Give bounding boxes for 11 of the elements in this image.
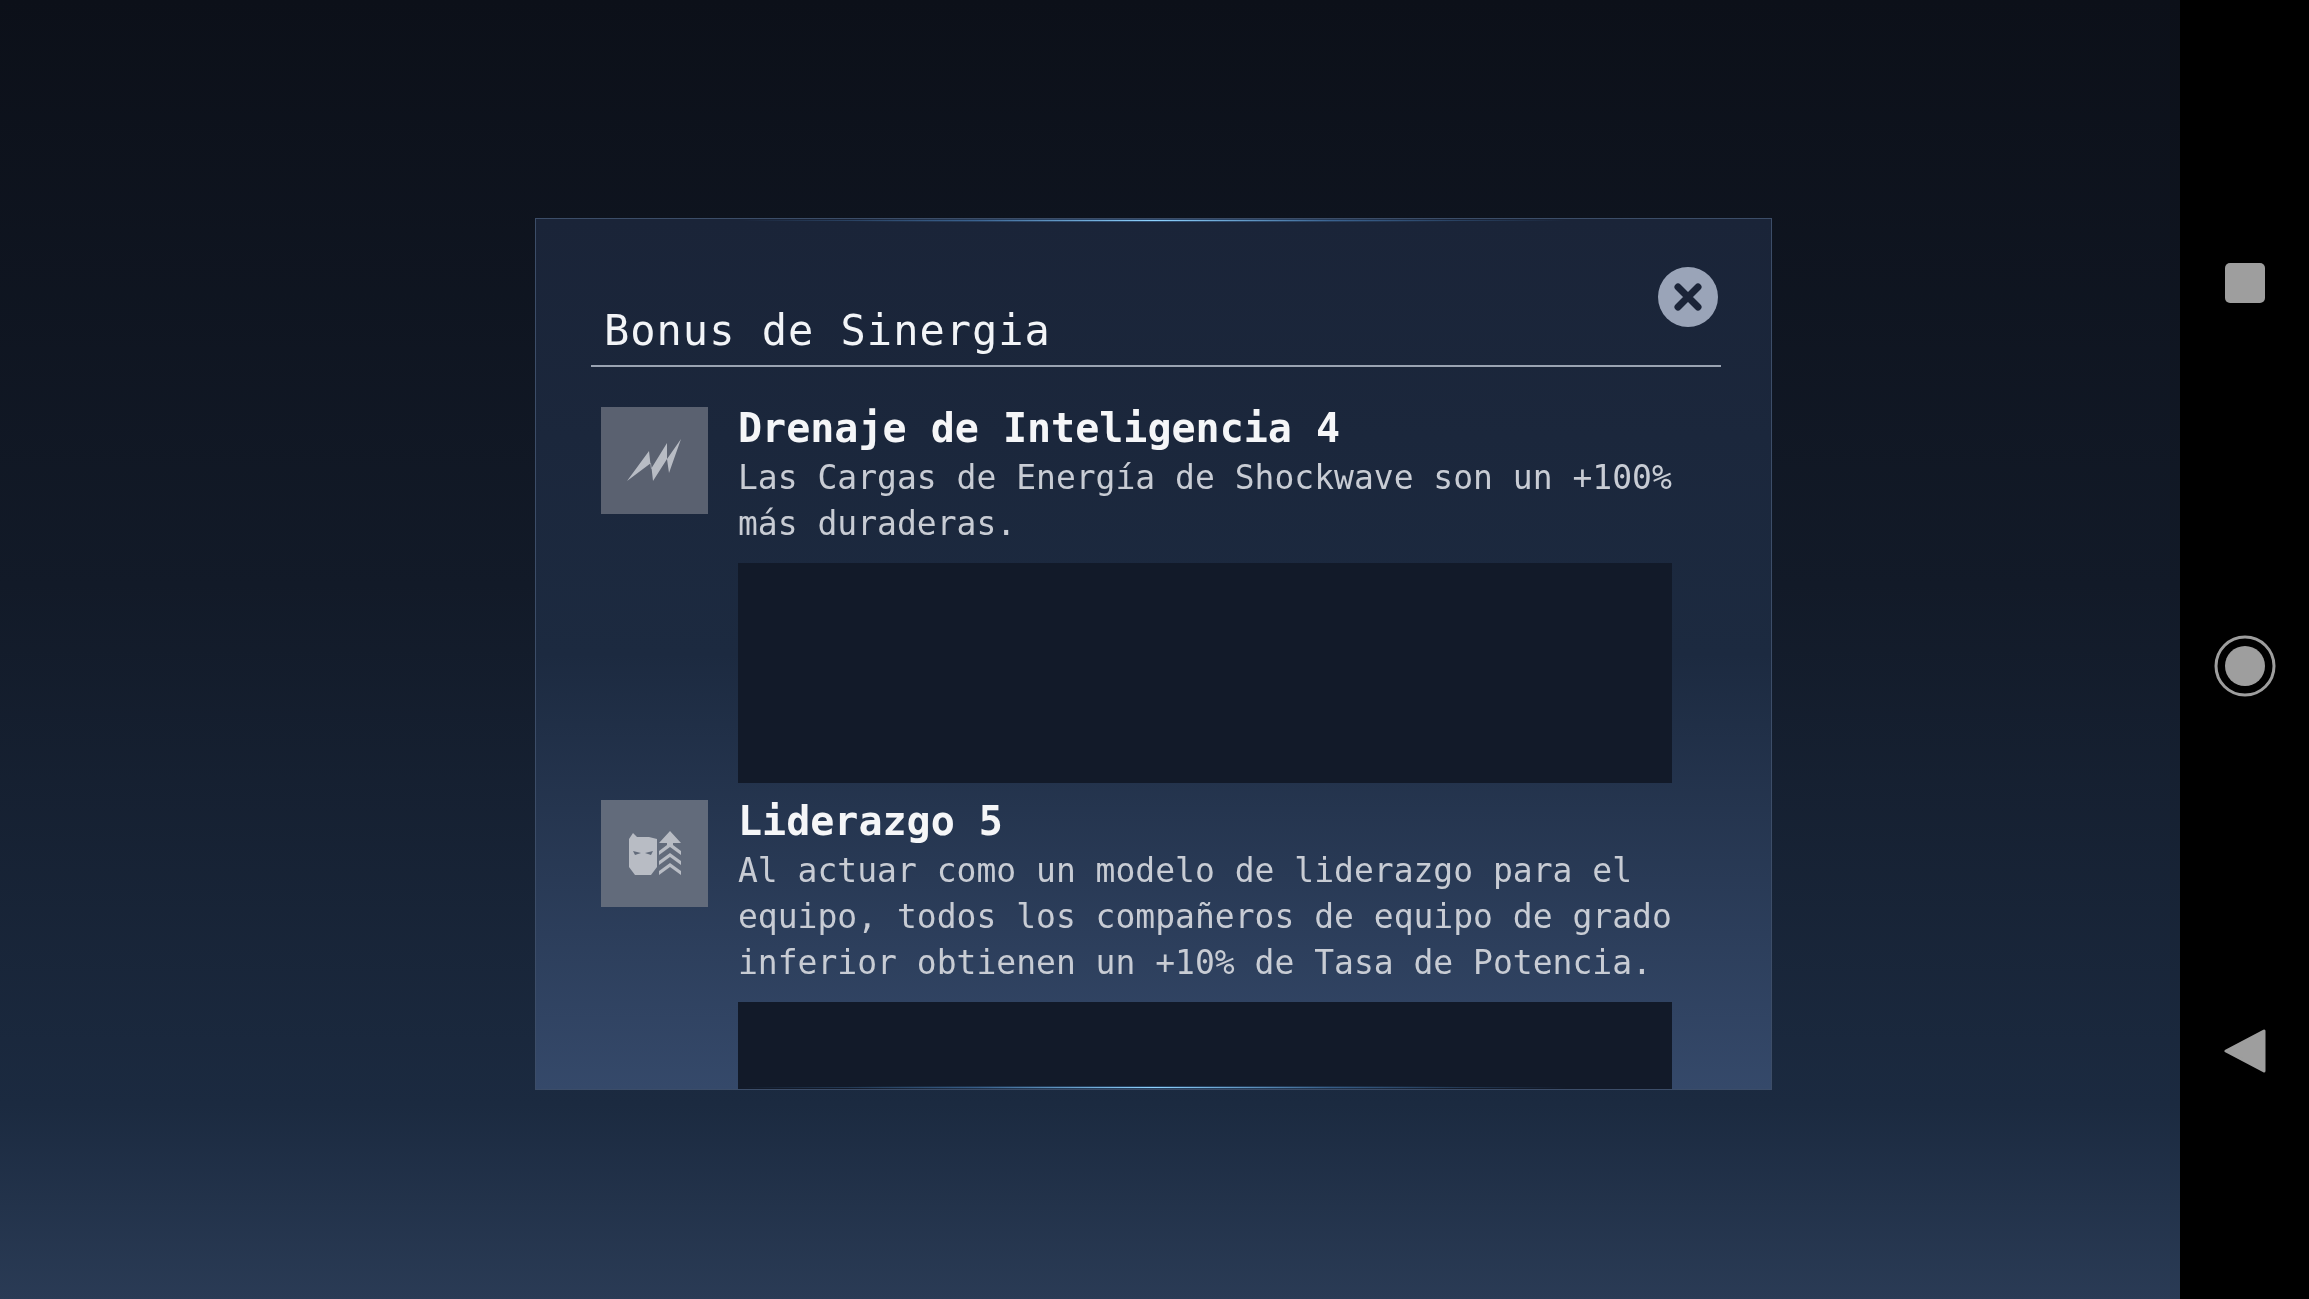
mask-arrow-icon <box>626 830 683 877</box>
bonus-description: Las Cargas de Energía de Shockwave son un +100% más duraderas. <box>738 457 1672 545</box>
dialog-title: Bonus de Sinergia <box>603 306 1051 357</box>
bonus-name: Drenaje de Inteligencia 4 <box>738 404 1342 453</box>
bonus-description: Al actuar como un modelo de liderazgo para el equipo, todos los compañeros de equipo de grado inferior obtienen un +10% de Tasa de Potencia. <box>738 850 1672 984</box>
home-icon[interactable] <box>2213 635 2276 697</box>
close-icon[interactable] <box>1657 266 1719 328</box>
back-icon[interactable] <box>2223 1028 2266 1074</box>
recents-icon[interactable] <box>2223 262 2266 304</box>
lightning-icon <box>626 438 683 483</box>
bonus-name: Liderazgo 5 <box>738 797 1004 846</box>
